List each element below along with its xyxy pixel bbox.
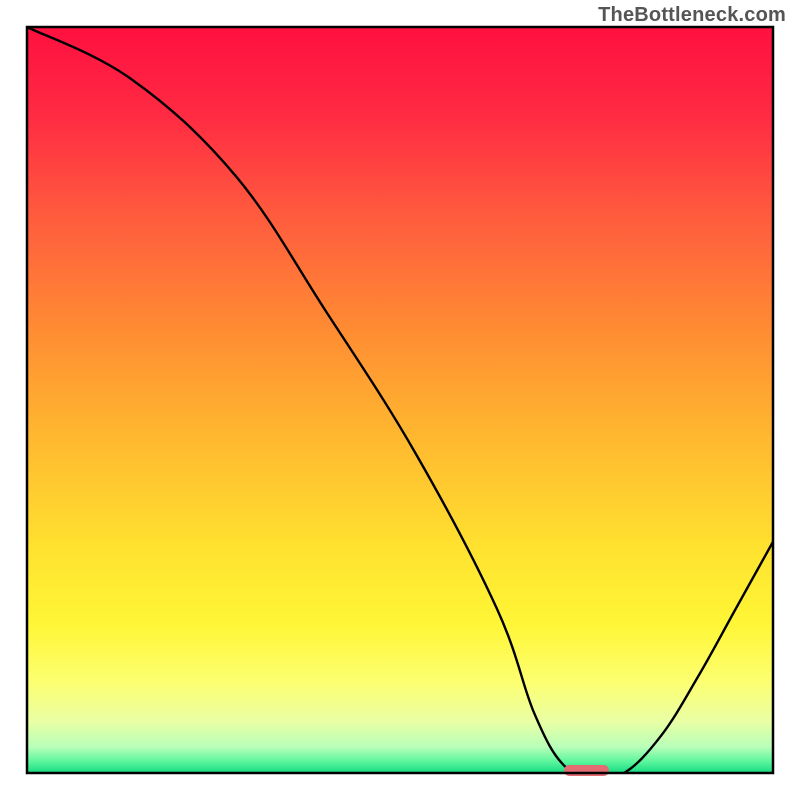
bottleneck-chart — [0, 0, 800, 800]
gradient-background — [27, 27, 773, 773]
watermark-text: TheBottleneck.com — [598, 4, 786, 27]
optimal-marker — [564, 765, 609, 776]
chart-container: TheBottleneck.com — [0, 0, 800, 800]
